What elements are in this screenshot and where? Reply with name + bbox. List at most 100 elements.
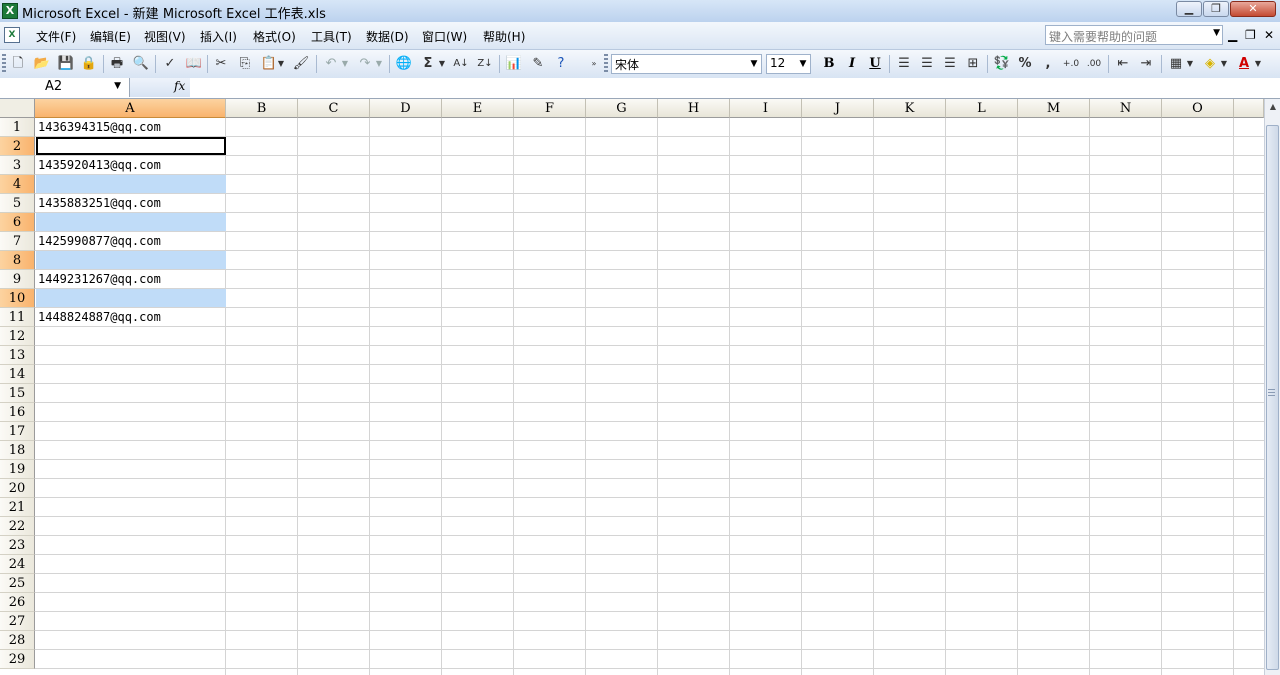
chevron-down-icon[interactable]: ▼ bbox=[276, 55, 286, 73]
chevron-down-icon[interactable]: ▼ bbox=[1253, 55, 1263, 73]
worksheet-grid[interactable]: ABCDEFGHIJKLMNO 1 2 3 4 5 6 7 8 9 10 11 12 13 14 15 16 1… bbox=[0, 99, 1264, 675]
menu-file[interactable]: 文件(F) bbox=[36, 28, 76, 45]
column-header-e[interactable]: E bbox=[442, 99, 514, 118]
column-header-g[interactable]: G bbox=[586, 99, 658, 118]
column-header-o[interactable]: O bbox=[1162, 99, 1234, 118]
cell-a4[interactable] bbox=[36, 175, 226, 193]
new-icon[interactable]: 🗋 bbox=[9, 55, 27, 73]
menu-window[interactable]: 窗口(W) bbox=[422, 28, 467, 45]
row-header-1[interactable]: 1 bbox=[0, 118, 35, 137]
row-header-26[interactable]: 26 bbox=[0, 593, 35, 612]
column-header-partial[interactable] bbox=[1234, 99, 1264, 118]
excel-app-icon[interactable]: X bbox=[2, 3, 18, 19]
workbook-minimize-button[interactable]: ▁ bbox=[1228, 28, 1237, 42]
cell-a10[interactable] bbox=[36, 289, 226, 307]
align-left-icon[interactable]: ☰ bbox=[895, 55, 913, 73]
column-header-k[interactable]: K bbox=[874, 99, 946, 118]
open-icon[interactable]: 📂 bbox=[33, 55, 51, 73]
chevron-down-icon[interactable]: ▼ bbox=[797, 56, 809, 72]
column-header-d[interactable]: D bbox=[370, 99, 442, 118]
drawing-icon[interactable]: ✎ bbox=[529, 55, 547, 73]
column-header-b[interactable]: B bbox=[226, 99, 298, 118]
close-button[interactable]: ✕ bbox=[1230, 1, 1276, 17]
underline-button[interactable]: U bbox=[866, 55, 884, 73]
comma-button[interactable]: , bbox=[1039, 55, 1057, 73]
chart-wizard-icon[interactable]: 📊 bbox=[505, 55, 523, 73]
menu-data[interactable]: 数据(D) bbox=[366, 28, 409, 45]
save-icon[interactable]: 💾 bbox=[57, 55, 75, 73]
borders-icon[interactable]: ▦ bbox=[1167, 55, 1185, 73]
align-right-icon[interactable]: ☰ bbox=[941, 55, 959, 73]
chevron-down-icon[interactable]: ▼ bbox=[748, 56, 760, 72]
copy-icon[interactable]: ⎘ bbox=[236, 55, 254, 73]
minimize-button[interactable]: ▁ bbox=[1176, 1, 1202, 17]
formula-input[interactable] bbox=[190, 78, 1280, 97]
font-color-icon[interactable]: A bbox=[1235, 55, 1253, 73]
decrease-decimal-icon[interactable]: .00 bbox=[1085, 55, 1103, 73]
column-header-h[interactable]: H bbox=[658, 99, 730, 118]
help-icon[interactable]: ? bbox=[552, 55, 570, 73]
row-header-10[interactable]: 10 bbox=[0, 289, 35, 308]
redo-icon[interactable]: ↷ bbox=[356, 55, 374, 73]
row-header-2[interactable]: 2 bbox=[0, 137, 35, 156]
name-box[interactable]: A2 ▼ bbox=[0, 78, 130, 97]
fill-color-icon[interactable]: ◈ bbox=[1201, 55, 1219, 73]
row-header-17[interactable]: 17 bbox=[0, 422, 35, 441]
row-header-16[interactable]: 16 bbox=[0, 403, 35, 422]
row-header-29[interactable]: 29 bbox=[0, 650, 35, 669]
chevron-down-icon[interactable]: ▼ bbox=[437, 55, 447, 73]
row-header-25[interactable]: 25 bbox=[0, 574, 35, 593]
print-icon[interactable]: 🖶 bbox=[108, 55, 126, 73]
cell-a1[interactable]: 1436394315@qq.com bbox=[36, 118, 226, 136]
align-center-icon[interactable]: ☰ bbox=[918, 55, 936, 73]
toolbar-options-icon[interactable]: » bbox=[589, 55, 599, 73]
menu-edit[interactable]: 编辑(E) bbox=[90, 28, 131, 45]
row-header-15[interactable]: 15 bbox=[0, 384, 35, 403]
row-header-8[interactable]: 8 bbox=[0, 251, 35, 270]
decrease-indent-icon[interactable]: ⇤ bbox=[1114, 55, 1132, 73]
font-size-select[interactable]: 12 ▼ bbox=[766, 54, 811, 74]
menu-view[interactable]: 视图(V) bbox=[144, 28, 186, 45]
column-header-c[interactable]: C bbox=[298, 99, 370, 118]
chevron-down-icon[interactable]: ▼ bbox=[1213, 28, 1220, 38]
bold-button[interactable]: B bbox=[820, 55, 838, 73]
sort-descending-icon[interactable]: Z↓ bbox=[476, 55, 494, 73]
cell-a11[interactable]: 1448824887@qq.com bbox=[36, 308, 226, 326]
column-header-l[interactable]: L bbox=[946, 99, 1018, 118]
row-header-21[interactable]: 21 bbox=[0, 498, 35, 517]
spelling-icon[interactable]: ✓ bbox=[161, 55, 179, 73]
undo-icon[interactable]: ↶ bbox=[322, 55, 340, 73]
row-header-28[interactable]: 28 bbox=[0, 631, 35, 650]
cut-icon[interactable]: ✂ bbox=[212, 55, 230, 73]
format-painter-icon[interactable]: 🖌 bbox=[292, 55, 310, 73]
chevron-down-icon[interactable]: ▼ bbox=[114, 81, 121, 91]
column-header-j[interactable]: J bbox=[802, 99, 874, 118]
menu-help[interactable]: 帮助(H) bbox=[483, 28, 525, 45]
menu-format[interactable]: 格式(O) bbox=[253, 28, 296, 45]
workbook-icon[interactable]: X bbox=[4, 27, 20, 43]
menu-tools[interactable]: 工具(T) bbox=[311, 28, 352, 45]
increase-decimal-icon[interactable]: +.0 bbox=[1062, 55, 1080, 73]
merge-center-icon[interactable]: ⊞ bbox=[964, 55, 982, 73]
row-header-27[interactable]: 27 bbox=[0, 612, 35, 631]
cell-a5[interactable]: 1435883251@qq.com bbox=[36, 194, 226, 212]
currency-icon[interactable]: 💱 bbox=[993, 55, 1011, 73]
column-header-n[interactable]: N bbox=[1090, 99, 1162, 118]
row-header-7[interactable]: 7 bbox=[0, 232, 35, 251]
row-header-20[interactable]: 20 bbox=[0, 479, 35, 498]
row-header-9[interactable]: 9 bbox=[0, 270, 35, 289]
sort-ascending-icon[interactable]: A↓ bbox=[452, 55, 470, 73]
row-header-22[interactable]: 22 bbox=[0, 517, 35, 536]
cell-a3[interactable]: 1435920413@qq.com bbox=[36, 156, 226, 174]
help-search-input[interactable]: 键入需要帮助的问题 ▼ bbox=[1045, 25, 1223, 45]
chevron-down-icon[interactable]: ▼ bbox=[1185, 55, 1195, 73]
row-header-3[interactable]: 3 bbox=[0, 156, 35, 175]
chevron-down-icon[interactable]: ▼ bbox=[374, 55, 384, 73]
row-header-12[interactable]: 12 bbox=[0, 327, 35, 346]
research-icon[interactable]: 📖 bbox=[185, 55, 203, 73]
insert-function-icon[interactable]: fx bbox=[174, 79, 185, 93]
column-header-f[interactable]: F bbox=[514, 99, 586, 118]
row-header-11[interactable]: 11 bbox=[0, 308, 35, 327]
maximize-button[interactable]: ❐ bbox=[1203, 1, 1229, 17]
row-header-14[interactable]: 14 bbox=[0, 365, 35, 384]
